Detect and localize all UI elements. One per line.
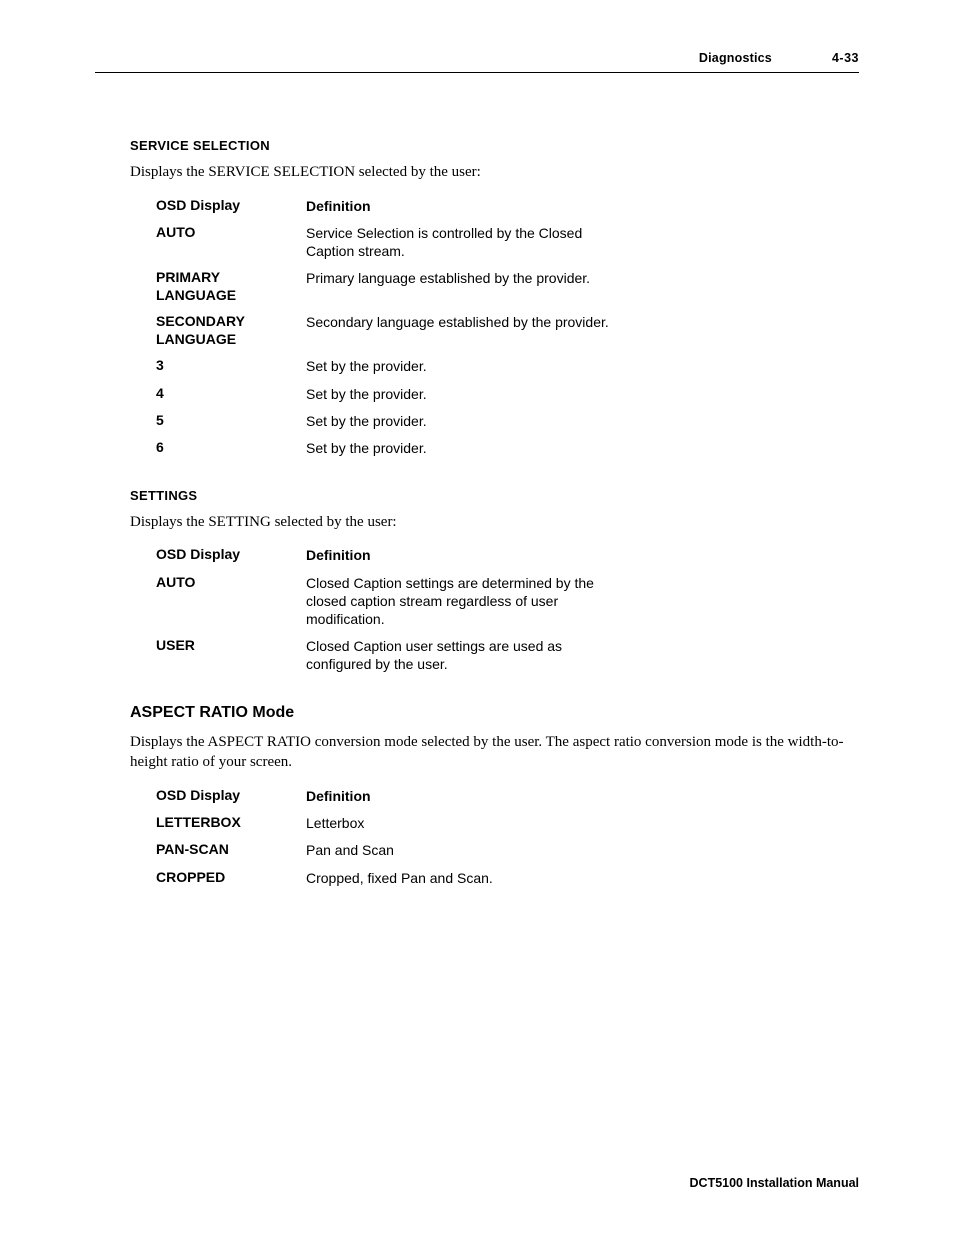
- table-row: SECONDARY LANGUAGESecondary language est…: [156, 309, 844, 353]
- service-selection-table: OSD Display Definition AUTOService Selec…: [156, 192, 844, 461]
- cell-osd: 4: [156, 385, 306, 403]
- cell-osd: 3: [156, 357, 306, 375]
- page: Diagnostics 4-33 SERVICE SELECTION Displ…: [0, 0, 954, 1235]
- cell-def: Set by the provider.: [306, 357, 611, 375]
- header-rule: [95, 72, 859, 73]
- cell-osd: CROPPED: [156, 869, 306, 887]
- cell-def: Set by the provider.: [306, 412, 611, 430]
- cell-osd: USER: [156, 637, 306, 655]
- settings-intro: Displays the SETTING selected by the use…: [130, 512, 844, 532]
- cell-osd: PRIMARY LANGUAGE: [156, 269, 306, 304]
- table-row: AUTOClosed Caption settings are determin…: [156, 569, 844, 633]
- col-osd-display: OSD Display: [156, 197, 306, 215]
- table-header-row: OSD Display Definition: [156, 192, 844, 219]
- service-selection-label: SERVICE SELECTION: [130, 138, 844, 153]
- table-row: PAN-SCANPan and Scan: [156, 837, 844, 864]
- aspect-ratio-title: ASPECT RATIO Mode: [130, 704, 844, 722]
- cell-osd: 5: [156, 412, 306, 430]
- table-row: LETTERBOXLetterbox: [156, 810, 844, 837]
- cell-def: Primary language established by the prov…: [306, 269, 611, 287]
- table-row: AUTOService Selection is controlled by t…: [156, 219, 844, 264]
- cell-def: Letterbox: [306, 814, 611, 832]
- cell-def: Pan and Scan: [306, 841, 611, 859]
- table-row: 3Set by the provider.: [156, 353, 844, 380]
- table-row: 4Set by the provider.: [156, 380, 844, 407]
- cell-def: Set by the provider.: [306, 439, 611, 457]
- col-definition: Definition: [306, 546, 611, 564]
- table-row: USERClosed Caption user settings are use…: [156, 633, 844, 678]
- content: SERVICE SELECTION Displays the SERVICE S…: [130, 138, 844, 917]
- col-osd-display: OSD Display: [156, 787, 306, 805]
- col-definition: Definition: [306, 197, 611, 215]
- cell-def: Closed Caption user settings are used as…: [306, 637, 611, 673]
- cell-def: Secondary language established by the pr…: [306, 313, 611, 331]
- footer-manual: DCT5100 Installation Manual: [690, 1176, 859, 1190]
- cell-def: Cropped, fixed Pan and Scan.: [306, 869, 611, 887]
- header-chapter: Diagnostics: [699, 51, 772, 65]
- cell-osd: AUTO: [156, 574, 306, 592]
- table-row: CROPPEDCropped, fixed Pan and Scan.: [156, 864, 844, 891]
- table-header-row: OSD Display Definition: [156, 782, 844, 809]
- cell-osd: LETTERBOX: [156, 814, 306, 832]
- col-osd-display: OSD Display: [156, 546, 306, 564]
- aspect-ratio-intro: Displays the ASPECT RATIO conversion mod…: [130, 732, 844, 773]
- header-page-number: 4-33: [832, 51, 859, 65]
- table-row: 6Set by the provider.: [156, 434, 844, 461]
- page-header: Diagnostics 4-33: [699, 51, 859, 65]
- cell-def: Closed Caption settings are determined b…: [306, 574, 611, 629]
- cell-osd: PAN-SCAN: [156, 841, 306, 859]
- table-row: PRIMARY LANGUAGEPrimary language establi…: [156, 265, 844, 309]
- table-header-row: OSD Display Definition: [156, 542, 844, 569]
- service-selection-intro: Displays the SERVICE SELECTION selected …: [130, 162, 844, 182]
- col-definition: Definition: [306, 787, 611, 805]
- settings-label: SETTINGS: [130, 488, 844, 503]
- cell-osd: SECONDARY LANGUAGE: [156, 313, 306, 348]
- cell-def: Service Selection is controlled by the C…: [306, 224, 611, 260]
- settings-table: OSD Display Definition AUTOClosed Captio…: [156, 542, 844, 678]
- cell-def: Set by the provider.: [306, 385, 611, 403]
- cell-osd: AUTO: [156, 224, 306, 242]
- aspect-ratio-table: OSD Display Definition LETTERBOXLetterbo…: [156, 782, 844, 891]
- cell-osd: 6: [156, 439, 306, 457]
- table-row: 5Set by the provider.: [156, 407, 844, 434]
